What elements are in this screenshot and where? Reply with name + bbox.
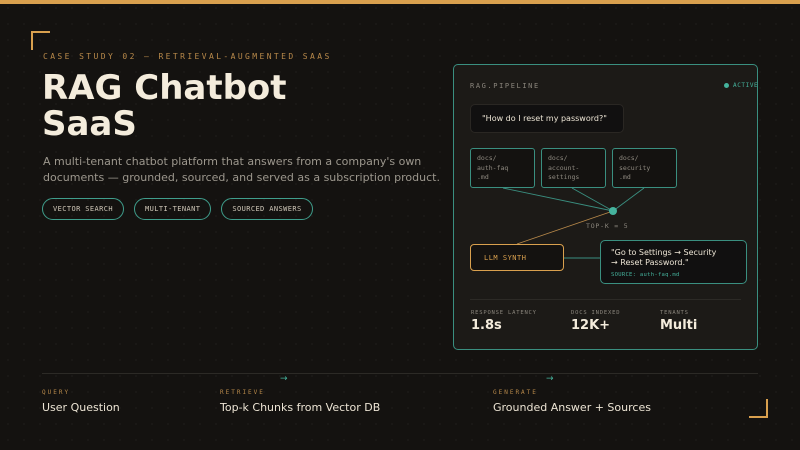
answer-text: "Go to Settings → Security → Reset Passw… — [611, 248, 746, 268]
step-kicker: QUERY — [42, 389, 71, 396]
step-generate: GENERATE Grounded Answer + Sources — [493, 389, 651, 414]
step-title: User Question — [42, 401, 120, 414]
stat-value: Multi — [660, 318, 698, 333]
llm-synth-box: LLM SYNTH — [470, 244, 564, 271]
pipeline-wiring — [502, 187, 645, 259]
retrieval-node — [609, 207, 617, 215]
doc-card-account-settings: docs/ account- settings — [541, 148, 606, 188]
stat-label: DOCS INDEXED — [571, 310, 621, 316]
stat-label: TENANTS — [660, 310, 689, 316]
answer-bubble: "Go to Settings → Security → Reset Passw… — [600, 240, 747, 284]
arrow-right-icon: → — [280, 374, 288, 384]
connector-doc3-to-node — [612, 187, 645, 212]
step-title: Grounded Answer + Sources — [493, 401, 651, 414]
panel-divider — [470, 299, 741, 300]
pipeline-label: RAG.PIPELINE — [470, 82, 540, 90]
stat-docs-indexed: DOCS INDEXED 12K+ — [571, 310, 620, 333]
step-title: Top-k Chunks from Vector DB — [220, 401, 381, 414]
doc-card-auth-faq: docs/ auth-faq .md — [470, 148, 535, 188]
stat-tenants: TENANTS Multi — [660, 310, 697, 333]
connector-doc1-to-node — [502, 187, 614, 212]
footer-divider — [42, 373, 758, 374]
active-status-label: ACTIVE — [733, 82, 759, 89]
topk-label: TOP-K = 5 — [586, 222, 629, 230]
answer-line-2: → Reset Password." — [611, 258, 689, 267]
step-kicker: GENERATE — [493, 389, 538, 396]
stat-value: 12K+ — [571, 318, 611, 333]
answer-source: SOURCE: auth-faq.md — [611, 272, 680, 278]
step-retrieve: RETRIEVE Top-k Chunks from Vector DB — [220, 389, 380, 414]
connector-doc2-to-node — [571, 187, 614, 212]
step-kicker: RETRIEVE — [220, 389, 265, 396]
arrow-right-icon: → — [546, 374, 554, 384]
step-query: QUERY User Question — [42, 389, 120, 414]
stat-value: 1.8s — [471, 318, 502, 333]
answer-line-1: "Go to Settings → Security — [611, 248, 717, 257]
stat-label: RESPONSE LATENCY — [471, 310, 537, 316]
doc-card-security: docs/ security .md — [612, 148, 677, 188]
active-status-dot — [724, 83, 729, 88]
query-bubble: "How do I reset my password?" — [470, 104, 624, 133]
stat-response-latency: RESPONSE LATENCY 1.8s — [471, 310, 537, 333]
